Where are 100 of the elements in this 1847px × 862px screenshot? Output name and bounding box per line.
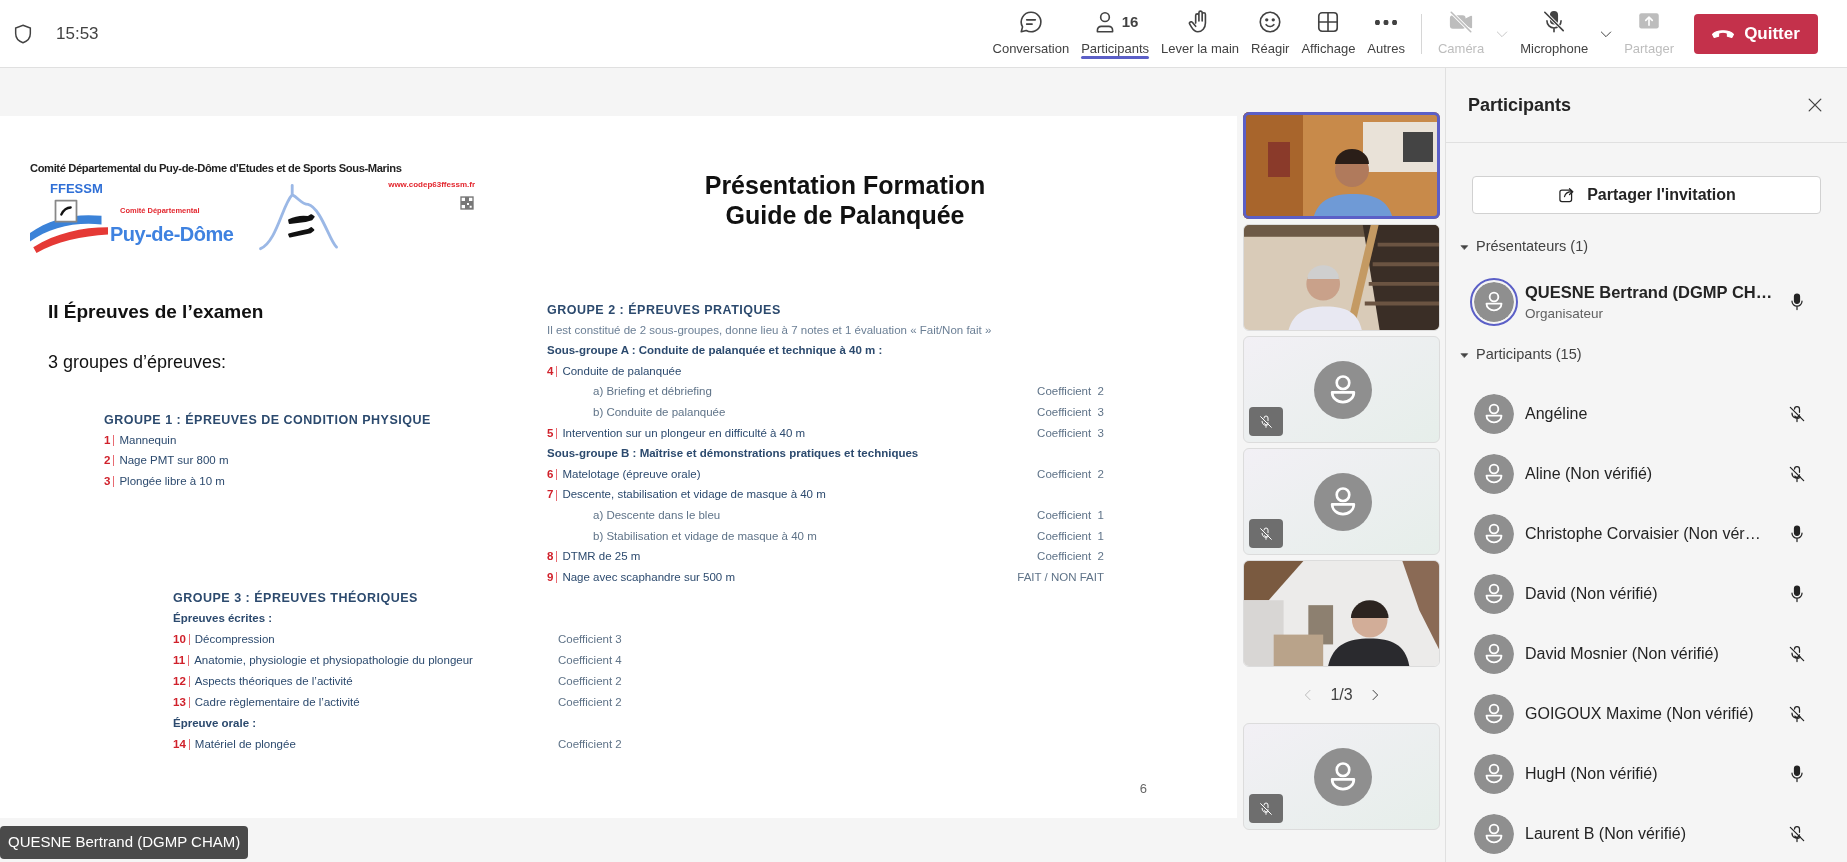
item-number: 11	[173, 652, 186, 668]
video-tile[interactable]	[1243, 723, 1440, 830]
participant-row[interactable]: QUESNE Bertrand (DGMP CH… Organisateur	[1446, 274, 1847, 330]
item-number: 4	[547, 363, 554, 379]
item-label: DTMR de 25 m	[562, 549, 641, 565]
subitem-label: b) Stabilisation et vidage de masque à 40 m	[593, 528, 817, 544]
participant-row[interactable]: Laurent B (Non vérifié)	[1446, 804, 1847, 862]
phone-icon	[1712, 29, 1735, 38]
participant-row[interactable]: Angéline	[1446, 384, 1847, 444]
coefficient-text: Coefficient 3	[1037, 425, 1104, 441]
shield-icon	[12, 22, 34, 45]
hand-toolbar-button[interactable]: Lever la main	[1155, 0, 1246, 67]
logo-federation-text: FFESSM	[50, 179, 103, 198]
item-label: Aspects théoriques de l’activité	[194, 673, 353, 689]
grid-toolbar-button[interactable]: Affichage	[1295, 0, 1362, 67]
coefficient-text: Coefficient 2	[1037, 549, 1104, 565]
item-label: Plongée libre à 10 m	[119, 473, 225, 489]
avatar-icon	[1314, 361, 1372, 419]
coefficient-text: Coefficient 2	[558, 736, 622, 752]
item-label: Nage avec scaphandre sur 500 m	[562, 569, 735, 585]
more-icon	[1375, 19, 1398, 25]
slide-title-line: Présentation Formation	[704, 170, 986, 200]
item-label: Mannequin	[119, 432, 177, 448]
participant-name: QUESNE Bertrand (DGMP CH…	[1525, 281, 1773, 303]
coefficient-text: Coefficient 4	[558, 652, 622, 668]
item-number: 5	[547, 425, 554, 441]
participant-name: David (Non vérifié)	[1525, 584, 1658, 604]
subitem-label: a) Briefing et débriefing	[593, 384, 712, 400]
people-toolbar-button[interactable]: 16 Participants	[1075, 0, 1156, 67]
participant-name: HugH (Non vérifié)	[1525, 764, 1658, 784]
share-invitation-button[interactable]: Partager l'invitation	[1472, 176, 1821, 214]
subitem-label: a) Descente dans le bleu	[593, 508, 721, 523]
avatar-icon	[1314, 473, 1372, 531]
item-number: 6	[547, 466, 554, 482]
mic-toolbar-button[interactable]: Microphone	[1514, 0, 1595, 67]
camera-off-icon	[1448, 9, 1475, 36]
item-number: 9	[547, 569, 554, 585]
participant-row[interactable]: David Mosnier (Non vérifié)	[1446, 624, 1847, 684]
coefficient-text: Coefficient 2	[558, 673, 622, 689]
item-label: Descente, stabilisation et vidage de masque à 40 m	[562, 487, 826, 503]
participant-name: Laurent B (Non vérifié)	[1525, 824, 1686, 844]
coefficient-text: Coefficient 3	[1037, 405, 1104, 421]
emoji-toolbar-button[interactable]: Réagir	[1245, 0, 1296, 67]
item-number: 12	[173, 673, 186, 689]
participant-row[interactable]: Christophe Corvaisier (Non vér…	[1446, 504, 1847, 564]
logo-department-text: Puy-de-Dôme	[110, 221, 234, 247]
microphone-off-icon	[1258, 525, 1274, 542]
coefficient-text: Coefficient 1	[1037, 508, 1104, 523]
video-tile[interactable]	[1243, 336, 1440, 443]
item-label: Anatomie, physiologie et physiopathologie du plongeur	[194, 652, 473, 668]
participant-row[interactable]: Aline (Non vérifié)	[1446, 444, 1847, 504]
subgroup-label: Épreuves écrites :	[173, 610, 273, 626]
group-heading: GROUPE 2 : ÉPREUVES PRATIQUES	[547, 301, 782, 319]
slide-subheading: 3 groupes d’épreuves:	[48, 351, 228, 374]
item-number: 1	[104, 432, 111, 448]
logo-url-text: www.codep63ffessm.fr	[388, 178, 475, 191]
item-number: 2	[104, 453, 111, 469]
coefficient-text: Coefficient 2	[1037, 384, 1104, 400]
coefficient-text: Coefficient 1	[1037, 528, 1104, 544]
participant-row[interactable]: GOIGOUX Maxime (Non vérifié)	[1446, 684, 1847, 744]
participant-name: Aline (Non vérifié)	[1525, 464, 1653, 484]
participant-name: Angéline	[1525, 404, 1588, 424]
qr-code-icon	[459, 194, 475, 211]
item-label: Cadre règlementaire de l’activité	[194, 694, 360, 710]
item-number: 7	[547, 487, 554, 503]
coefficient-text: FAIT / NON FAIT	[1017, 569, 1104, 585]
group-heading: GROUPE 3 : ÉPREUVES THÉORIQUES	[173, 589, 419, 607]
meeting-time: 15:53	[56, 22, 99, 45]
item-label: Intervention sur un plongeur en difficulté à 40 m	[562, 425, 806, 441]
page-number: 6	[1139, 779, 1147, 798]
section-header[interactable]: Présentateurs (1)	[1446, 232, 1589, 262]
participant-role: Organisateur	[1525, 305, 1605, 324]
page-indicator: 1/3	[1330, 685, 1353, 705]
microphone-off-icon	[1258, 413, 1274, 430]
participant-name: Christophe Corvaisier (Non vér…	[1525, 524, 1761, 544]
item-number: 8	[547, 549, 554, 565]
group-heading: GROUPE 1 : ÉPREUVES DE CONDITION PHYSIQUE	[104, 411, 432, 429]
coefficient-text: Coefficient 2	[1037, 466, 1104, 482]
item-number: 14	[173, 736, 186, 752]
participant-row[interactable]: HugH (Non vérifié)	[1446, 744, 1847, 804]
participant-name: GOIGOUX Maxime (Non vérifié)	[1525, 704, 1754, 724]
chat-toolbar-button[interactable]: Conversation	[986, 0, 1076, 67]
video-tile[interactable]	[1243, 448, 1440, 555]
item-number: 13	[173, 694, 186, 710]
presenter-name-tag: QUESNE Bertrand (DGMP CHAM)	[0, 826, 249, 859]
coefficient-text: Coefficient 2	[558, 694, 622, 710]
section-header[interactable]: Participants (15)	[1446, 340, 1582, 370]
item-number: 10	[173, 631, 186, 647]
chat-bubble-icon	[1017, 9, 1044, 36]
subgroup-label: Épreuve orale :	[173, 715, 257, 731]
item-label: Décompression	[194, 631, 275, 647]
leave-button[interactable]: Quitter	[1694, 13, 1818, 54]
participant-name: David Mosnier (Non vérifié)	[1525, 644, 1719, 664]
subgroup-label: Sous-groupe B : Maîtrise et démonstrations pratiques et techniques	[547, 446, 919, 462]
participant-row[interactable]: David (Non vérifié)	[1446, 564, 1847, 624]
slide-title-line: Guide de Palanquée	[725, 200, 965, 230]
subitem-label: b) Conduite de palanquée	[593, 405, 726, 421]
logo-header-text: Comité Départemental du Puy-de-Dôme d’Etudes et de Sports Sous-Marins	[30, 161, 403, 176]
more-toolbar-button[interactable]: Autres	[1361, 0, 1411, 67]
subgroup-label: Sous-groupe A : Conduite de palanquée et technique à 40 m :	[547, 343, 883, 359]
